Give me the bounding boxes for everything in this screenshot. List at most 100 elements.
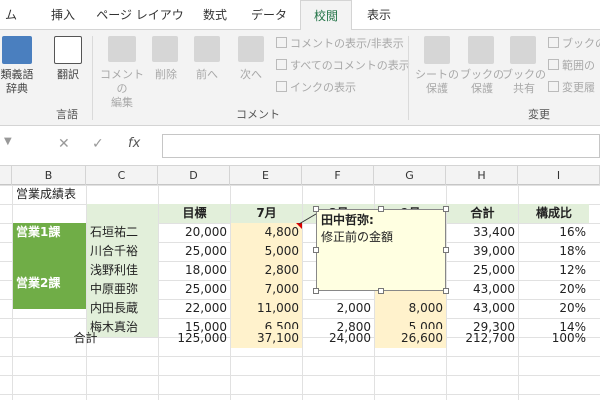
comment-box[interactable]: 田中哲弥: 修正前の金額 bbox=[316, 209, 446, 291]
cell-h[interactable]: 25,000 bbox=[447, 261, 518, 280]
cell-e[interactable]: 5,000 bbox=[231, 242, 302, 261]
header-july[interactable]: 7月 bbox=[231, 204, 302, 223]
cell-name[interactable]: 浅野利佳 bbox=[87, 261, 158, 280]
header-cell[interactable] bbox=[87, 204, 158, 223]
resize-handle[interactable] bbox=[443, 247, 449, 253]
resize-handle[interactable] bbox=[313, 288, 319, 294]
column-header[interactable]: C bbox=[86, 166, 158, 185]
track-icon bbox=[548, 81, 559, 92]
total-target[interactable]: 125,000 bbox=[159, 329, 230, 348]
cell-d[interactable]: 20,000 bbox=[159, 223, 230, 242]
resize-handle[interactable] bbox=[378, 288, 384, 294]
comment-icon bbox=[276, 37, 287, 48]
header-total[interactable]: 合計 bbox=[447, 204, 518, 223]
column-header[interactable]: H bbox=[446, 166, 518, 185]
cell-i[interactable]: 18% bbox=[519, 242, 589, 261]
total-july[interactable]: 37,100 bbox=[231, 329, 302, 348]
protect-share-button[interactable]: ブックの bbox=[548, 36, 600, 52]
formula-input[interactable] bbox=[162, 134, 600, 158]
tab-data[interactable]: データ bbox=[246, 0, 292, 30]
total-august[interactable]: 24,000 bbox=[303, 329, 374, 348]
cell-e[interactable]: 7,000 bbox=[231, 280, 302, 299]
formula-bar: ▼ ✕ ✓ fx bbox=[0, 126, 600, 166]
protect-sheet-button[interactable]: シートの 保護 bbox=[412, 68, 462, 96]
thesaurus-button[interactable]: 類義語 辞典 bbox=[0, 68, 34, 96]
enter-icon[interactable]: ✓ bbox=[92, 136, 104, 152]
namebox-dropdown-icon[interactable]: ▼ bbox=[4, 136, 12, 147]
edit-comment-button[interactable]: コメントの 編集 bbox=[96, 68, 148, 110]
cell-i[interactable]: 20% bbox=[519, 280, 589, 299]
show-ink-button[interactable]: インクの表示 bbox=[276, 80, 356, 96]
resize-handle[interactable] bbox=[378, 206, 384, 212]
show-hide-comment-button[interactable]: コメントの表示/非表示 bbox=[276, 36, 404, 52]
cell-h[interactable]: 43,000 bbox=[447, 280, 518, 299]
column-header[interactable]: I bbox=[518, 166, 600, 185]
column-header[interactable]: E bbox=[230, 166, 302, 185]
total-ratio[interactable]: 100% bbox=[519, 329, 589, 348]
track-changes-label: 変更履 bbox=[562, 81, 595, 94]
cell-g[interactable]: 8,000 bbox=[375, 299, 446, 318]
comment-author: 田中哲弥: bbox=[321, 213, 374, 227]
resize-handle[interactable] bbox=[443, 288, 449, 294]
next-comment-button[interactable]: 次へ bbox=[232, 68, 270, 82]
cell-d[interactable]: 25,000 bbox=[159, 280, 230, 299]
prev-comment-button[interactable]: 前へ bbox=[190, 68, 224, 82]
tab-view[interactable]: 表示 bbox=[356, 0, 402, 30]
insert-function-icon[interactable]: fx bbox=[128, 136, 140, 151]
cell-e[interactable]: 11,000 bbox=[231, 299, 302, 318]
tab-insert[interactable]: 挿入 bbox=[40, 0, 86, 30]
cell-i[interactable]: 16% bbox=[519, 223, 589, 242]
comment-text[interactable]: 修正前の金額 bbox=[321, 229, 441, 246]
delete-comment-button[interactable]: 削除 bbox=[150, 68, 182, 82]
protect-workbook-icon bbox=[468, 36, 494, 64]
show-all-comments-button[interactable]: すべてのコメントの表示 bbox=[276, 58, 410, 74]
total-label[interactable]: 合計 bbox=[13, 329, 158, 348]
cell-name[interactable]: 川合千裕 bbox=[87, 242, 158, 261]
cell-h[interactable]: 39,000 bbox=[447, 242, 518, 261]
cell-name[interactable]: 内田長蔵 bbox=[87, 299, 158, 318]
cell-e[interactable]: 2,800 bbox=[231, 261, 302, 280]
group-sales1[interactable]: 営業1課 bbox=[13, 223, 86, 261]
tab-page-layout[interactable]: ページ レイアウト bbox=[92, 0, 188, 52]
header-ratio[interactable]: 構成比 bbox=[519, 204, 589, 223]
cancel-icon[interactable]: ✕ bbox=[58, 136, 70, 152]
comment-connector bbox=[298, 213, 317, 225]
sheet-title[interactable]: 営業成績表 bbox=[13, 185, 158, 204]
resize-handle[interactable] bbox=[443, 206, 449, 212]
translate-button[interactable]: 翻訳 bbox=[48, 68, 88, 82]
group-language-label: 言語 bbox=[56, 108, 78, 121]
cell-i[interactable]: 20% bbox=[519, 299, 589, 318]
cell-name[interactable]: 中原亜弥 bbox=[87, 280, 158, 299]
column-header[interactable]: D bbox=[158, 166, 230, 185]
column-header[interactable]: G bbox=[374, 166, 446, 185]
track-changes-button[interactable]: 変更履 bbox=[548, 80, 595, 96]
prev-comment-icon bbox=[194, 36, 220, 62]
share-workbook-button[interactable]: ブックの 共有 bbox=[500, 68, 548, 96]
protect-workbook-button[interactable]: ブックの 保護 bbox=[458, 68, 506, 96]
resize-handle[interactable] bbox=[313, 247, 319, 253]
range-icon bbox=[548, 59, 559, 70]
cell-h[interactable]: 33,400 bbox=[447, 223, 518, 242]
tab-formulas[interactable]: 数式 bbox=[192, 0, 238, 30]
cell-d[interactable]: 18,000 bbox=[159, 261, 230, 280]
total-september[interactable]: 26,600 bbox=[375, 329, 446, 348]
cell-name[interactable]: 石垣祐二 bbox=[87, 223, 158, 242]
tab-review[interactable]: 校閲 bbox=[300, 0, 352, 31]
ribbon-tabs: ム 挿入 ページ レイアウト 数式 データ 校閲 表示 bbox=[0, 0, 600, 52]
column-header[interactable]: B bbox=[12, 166, 86, 185]
resize-handle[interactable] bbox=[313, 206, 319, 212]
cell-f[interactable]: 2,000 bbox=[303, 299, 374, 318]
row-header-corner[interactable] bbox=[0, 166, 12, 185]
cell-e[interactable]: 4,800 bbox=[231, 223, 302, 242]
show-hide-comment-label: コメントの表示/非表示 bbox=[290, 37, 404, 50]
allow-ranges-button[interactable]: 範囲の bbox=[548, 58, 595, 74]
total-sum[interactable]: 212,700 bbox=[447, 329, 518, 348]
cell-h[interactable]: 43,000 bbox=[447, 299, 518, 318]
cell-d[interactable]: 22,000 bbox=[159, 299, 230, 318]
group-sales2[interactable]: 営業2課 bbox=[13, 261, 86, 309]
cell-i[interactable]: 12% bbox=[519, 261, 589, 280]
column-header[interactable]: F bbox=[302, 166, 374, 185]
header-target[interactable]: 目標 bbox=[159, 204, 230, 223]
tab-home[interactable]: ム bbox=[0, 0, 22, 30]
cell-d[interactable]: 25,000 bbox=[159, 242, 230, 261]
